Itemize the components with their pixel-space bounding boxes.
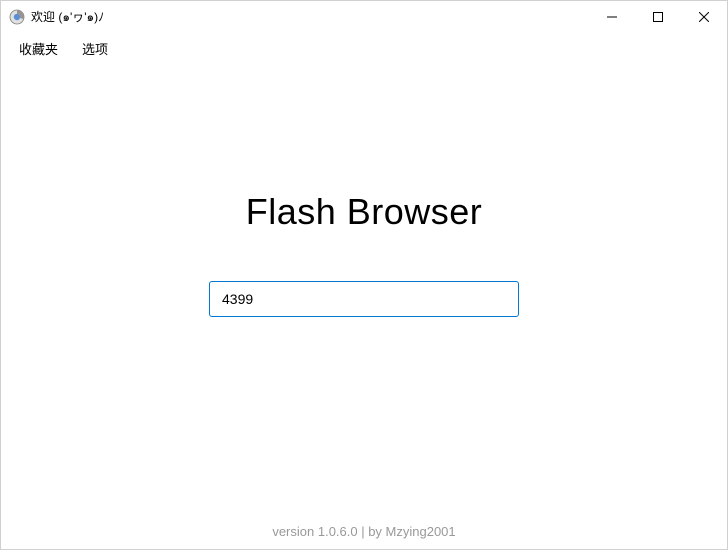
menubar: 收藏夹 选项 — [1, 33, 727, 63]
minimize-button[interactable] — [589, 1, 635, 33]
app-icon — [9, 9, 25, 25]
content-area: Flash Browser version 1.0.6.0 | by Mzyin… — [1, 63, 727, 549]
footer-text: version 1.0.6.0 | by Mzying2001 — [1, 524, 727, 539]
titlebar-left: 欢迎 (๑'ヮ'๑)ﾉ — [9, 8, 104, 27]
window-controls — [589, 1, 727, 33]
minimize-icon — [607, 12, 617, 22]
menu-favorites[interactable]: 收藏夹 — [9, 35, 68, 62]
titlebar: 欢迎 (๑'ヮ'๑)ﾉ — [1, 1, 727, 33]
search-input[interactable] — [209, 281, 519, 317]
close-button[interactable] — [681, 1, 727, 33]
close-icon — [699, 12, 709, 22]
menu-options[interactable]: 选项 — [72, 35, 118, 62]
window-title: 欢迎 (๑'ヮ'๑)ﾉ — [31, 8, 104, 27]
maximize-button[interactable] — [635, 1, 681, 33]
maximize-icon — [653, 12, 663, 22]
page-title: Flash Browser — [246, 191, 483, 233]
